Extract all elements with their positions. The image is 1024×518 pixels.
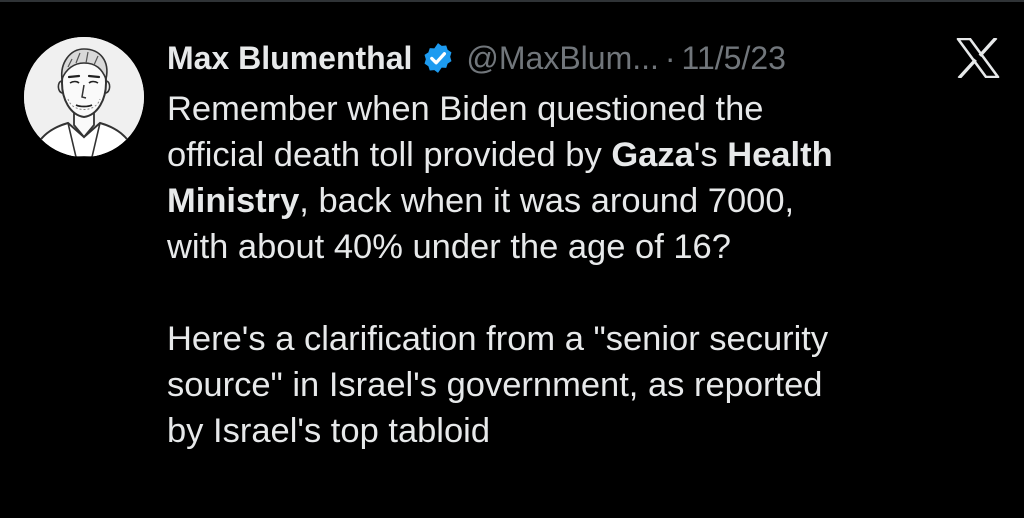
- x-logo-icon[interactable]: [956, 38, 1000, 78]
- body-line: Ministry, back when it was around 7000,: [167, 178, 997, 224]
- body-line: by Israel's top tabloid: [167, 412, 491, 450]
- author-handle[interactable]: @MaxBlum...: [466, 40, 659, 77]
- header-separator: ·: [664, 39, 676, 76]
- body-line: source" in Israel's government, as repor…: [167, 366, 823, 404]
- body-text-segment: official death toll provided by: [167, 136, 612, 174]
- verified-badge-icon: [421, 41, 455, 75]
- bold-text-segment: Gaza: [611, 136, 694, 174]
- bold-text-segment: Ministry: [167, 182, 300, 220]
- body-line: Here's a clarification from a "senior se…: [167, 320, 829, 358]
- avatar[interactable]: [24, 37, 144, 157]
- author-display-name[interactable]: Max Blumenthal: [167, 40, 412, 77]
- bold-text-segment: Health: [727, 136, 833, 174]
- tweet-header: Max Blumenthal @MaxBlum... · 11/5/23: [167, 34, 786, 82]
- body-line: Remember when Biden questioned the: [167, 90, 764, 128]
- portrait-sketch-icon: [24, 37, 144, 157]
- body-text-segment: , back when it was around 7000,: [299, 182, 795, 220]
- body-text-segment: 's: [693, 136, 728, 174]
- tweet-body: Remember when Biden questioned the offic…: [167, 86, 997, 454]
- tweet-date[interactable]: 11/5/23: [682, 40, 786, 77]
- tweet-card[interactable]: Max Blumenthal @MaxBlum... · 11/5/23 Rem…: [0, 0, 1024, 518]
- body-line: with about 40% under the age of 16?: [167, 228, 731, 266]
- body-line: official death toll provided by Gaza's H…: [167, 132, 997, 178]
